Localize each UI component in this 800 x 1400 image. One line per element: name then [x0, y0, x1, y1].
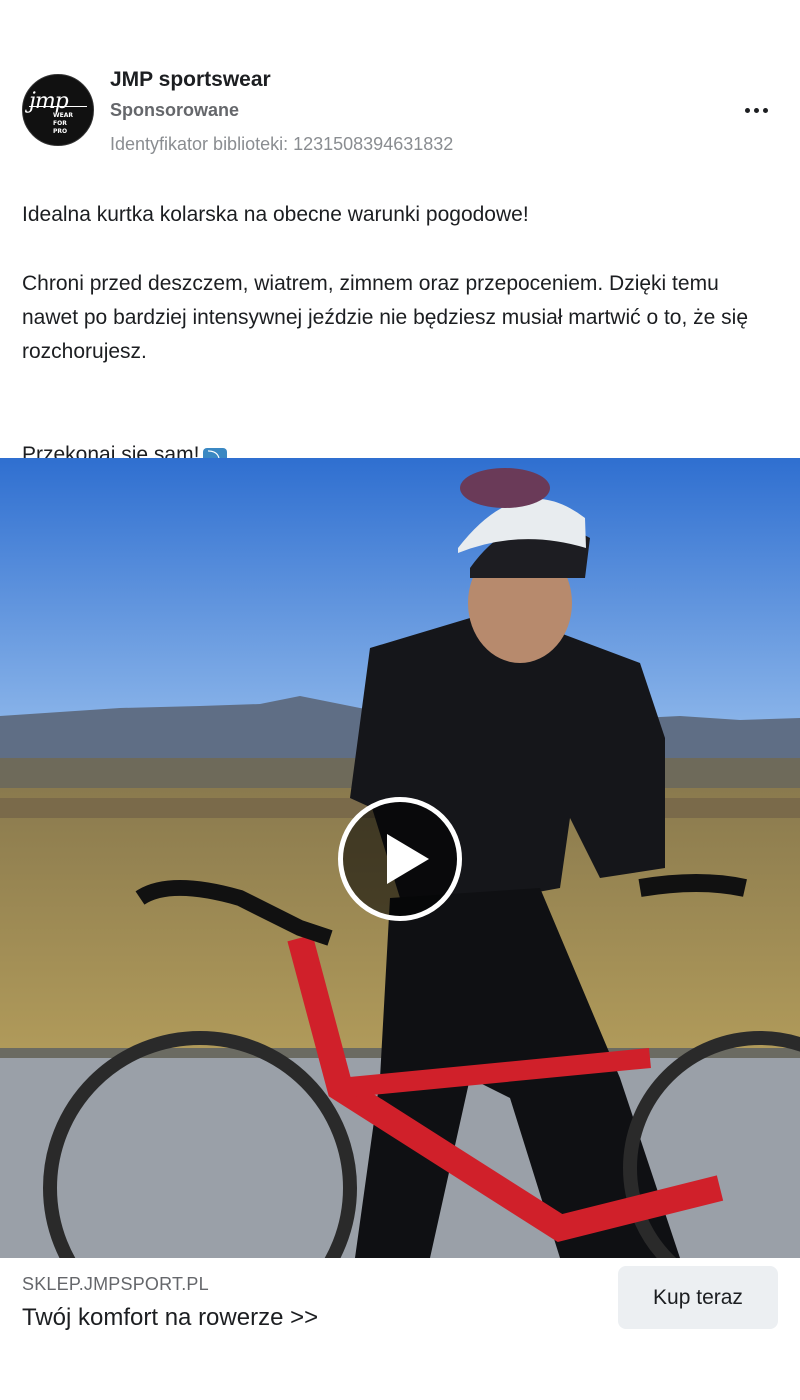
post-text-paragraph-2: Chroni przed deszczem, wiatrem, zimnem o… — [22, 272, 749, 363]
avatar-logo-text: jmp — [29, 89, 69, 114]
play-icon — [387, 834, 429, 884]
more-horizontal-icon — [744, 107, 750, 113]
more-options-button[interactable] — [738, 92, 774, 128]
library-id: Identyfikator biblioteki: 12315083946318… — [110, 134, 454, 154]
cta-headline[interactable]: Twój komfort na rowerze >> — [22, 1304, 318, 1332]
post-header: jmp WEAR FOR PRO JMP sportswear Sponsoro… — [22, 66, 778, 166]
page-name-link[interactable]: JMP sportswear — [110, 68, 271, 92]
avatar-logo-tagline: WEAR FOR PRO — [53, 112, 73, 135]
sponsored-label: Sponsorowane — [110, 100, 240, 120]
cta-bar[interactable]: SKLEP.JMPSPORT.PL Twój komfort na rowerz… — [0, 1258, 800, 1400]
cta-domain: SKLEP.JMPSPORT.PL — [22, 1274, 209, 1294]
page-avatar[interactable]: jmp WEAR FOR PRO — [22, 74, 94, 146]
post-text: Idealna kurtka kolarska na obecne warunk… — [22, 198, 782, 472]
shop-now-button[interactable]: Kup teraz — [618, 1266, 778, 1329]
avatar-logo-line — [29, 106, 87, 107]
play-button[interactable] — [338, 797, 462, 921]
post-text-paragraph-1: Idealna kurtka kolarska na obecne warunk… — [22, 203, 529, 226]
